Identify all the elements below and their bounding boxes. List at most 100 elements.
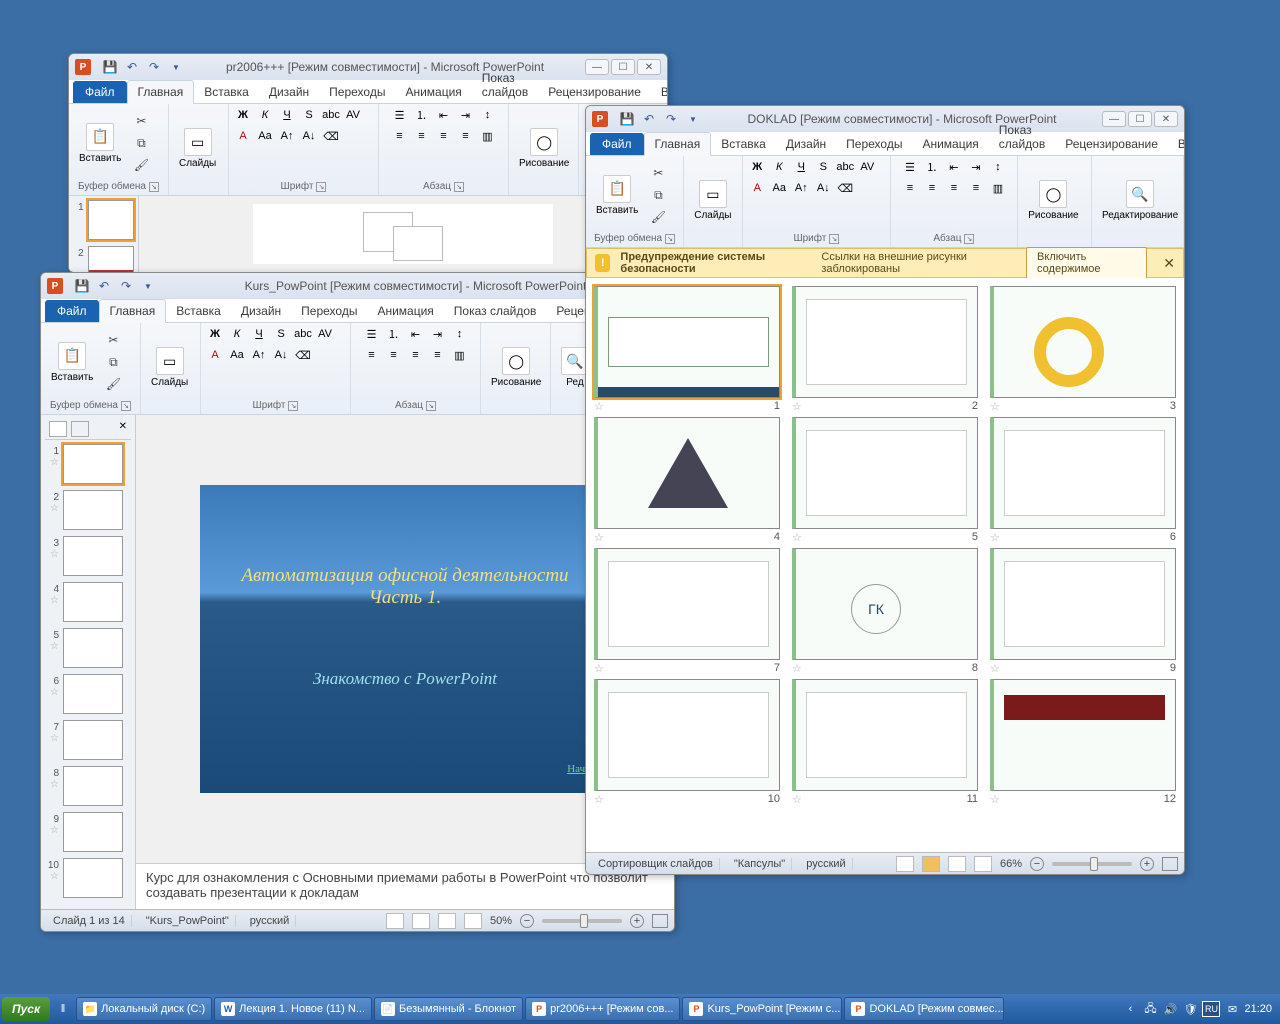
underline-button[interactable]: Ч — [791, 158, 811, 176]
clock[interactable]: 21:20 — [1244, 1003, 1272, 1015]
bullets-icon[interactable]: ☰ — [390, 106, 410, 124]
tab-review[interactable]: Рецензирование — [1055, 133, 1168, 155]
tab-transitions[interactable]: Переходы — [319, 81, 395, 103]
slide-thumbnails-panel[interactable]: ✕ 1☆2☆3☆4☆5☆6☆7☆8☆9☆10☆ — [41, 415, 136, 909]
sorter-slide-10[interactable]: ☆10 — [594, 679, 780, 806]
tab-file[interactable]: Файл — [590, 133, 644, 155]
close-button[interactable]: ✕ — [1154, 111, 1178, 127]
close-warning-icon[interactable]: ✕ — [1163, 255, 1175, 272]
taskbar-task-3[interactable]: Ppr2006+++ [Режим сов... — [525, 997, 680, 1021]
thumbnail-5[interactable]: 5☆ — [45, 628, 131, 668]
paragraph-dialog-icon[interactable]: ↘ — [426, 401, 436, 411]
sorter-slide-3[interactable]: ☆3 — [990, 286, 1176, 413]
maximize-button[interactable]: ☐ — [1128, 111, 1152, 127]
paragraph-dialog-icon[interactable]: ↘ — [454, 182, 464, 192]
slide-sorter[interactable]: ☆1☆2☆3☆4☆5☆6☆7ГК☆8☆9☆10☆11☆12 — [586, 278, 1184, 852]
strike-button[interactable]: abc — [835, 158, 855, 176]
sorter-slide-11[interactable]: ☆11 — [792, 679, 978, 806]
tray-shield-icon[interactable]: 🛡 — [1182, 1001, 1198, 1017]
indent-inc-icon[interactable]: ⇥ — [428, 325, 448, 343]
redo-icon[interactable]: ↷ — [662, 110, 680, 128]
zoom-level[interactable]: 66% — [1000, 858, 1022, 870]
tab-slideshow[interactable]: Показ слайдов — [444, 300, 547, 322]
strike-button[interactable]: abc — [321, 106, 341, 124]
slides-button[interactable]: ▭Слайды — [145, 345, 194, 390]
normal-view-icon[interactable] — [386, 913, 404, 929]
align-center-icon[interactable]: ≡ — [922, 179, 942, 197]
tab-insert[interactable]: Вставка — [194, 81, 259, 103]
cut-icon[interactable]: ✂ — [648, 163, 668, 183]
thumbnail-2[interactable]: 2☆ — [45, 490, 131, 530]
tab-slideshow[interactable]: Показ слайдов — [989, 119, 1055, 155]
font-dialog-icon[interactable]: ↘ — [316, 182, 326, 192]
shrink-font-icon[interactable]: A↓ — [813, 179, 833, 197]
minimize-button[interactable]: — — [585, 59, 609, 75]
font-color-icon[interactable]: A — [747, 179, 767, 197]
clipboard-dialog-icon[interactable]: ↘ — [121, 401, 131, 411]
undo-icon[interactable]: ↶ — [95, 277, 113, 295]
clipboard-dialog-icon[interactable]: ↘ — [665, 234, 675, 244]
tab-design[interactable]: Дизайн — [776, 133, 836, 155]
drawing-button[interactable]: ◯ Рисование — [513, 126, 575, 171]
numbering-icon[interactable]: ⒈ — [384, 325, 404, 343]
copy-icon[interactable]: ⧉ — [131, 133, 151, 153]
tab-file[interactable]: Файл — [45, 300, 99, 322]
reading-view-icon[interactable] — [948, 856, 966, 872]
save-icon[interactable]: 💾 — [101, 58, 119, 76]
copy-icon[interactable]: ⧉ — [648, 185, 668, 205]
tab-slideshow[interactable]: Показ слайдов — [472, 67, 538, 103]
clipboard-dialog-icon[interactable]: ↘ — [149, 182, 159, 192]
save-icon[interactable]: 💾 — [618, 110, 636, 128]
slide-thumbnails-panel[interactable]: 1 2 3 — [69, 196, 139, 272]
bold-button[interactable]: Ж — [233, 106, 253, 124]
font-color-icon[interactable]: A — [233, 127, 253, 145]
format-painter-icon[interactable]: 🖌 — [103, 374, 123, 394]
grow-font-icon[interactable]: A↑ — [249, 346, 269, 364]
format-painter-icon[interactable]: 🖌 — [648, 207, 668, 227]
tray-volume-icon[interactable]: 🔊 — [1162, 1001, 1178, 1017]
zoom-slider[interactable] — [542, 919, 622, 923]
align-center-icon[interactable]: ≡ — [412, 127, 432, 145]
tab-insert[interactable]: Вставка — [711, 133, 776, 155]
close-button[interactable]: ✕ — [637, 59, 661, 75]
indent-dec-icon[interactable]: ⇤ — [944, 158, 964, 176]
slideshow-view-icon[interactable] — [464, 913, 482, 929]
thumbnail-7[interactable]: 7☆ — [45, 720, 131, 760]
tab-file[interactable]: Файл — [73, 81, 127, 103]
tray-mail-icon[interactable]: ✉ — [1224, 1001, 1240, 1017]
sorter-slide-2[interactable]: ☆2 — [792, 286, 978, 413]
shrink-font-icon[interactable]: A↓ — [299, 127, 319, 145]
clear-format-icon[interactable]: ⌫ — [293, 346, 313, 364]
drawing-button[interactable]: ◯Рисование — [1022, 178, 1084, 223]
sorter-view-icon[interactable] — [412, 913, 430, 929]
slides-button[interactable]: ▭ Слайды — [173, 126, 222, 171]
fit-window-icon[interactable] — [1162, 857, 1178, 871]
bullets-icon[interactable]: ☰ — [362, 325, 382, 343]
thumbnail-8[interactable]: 8☆ — [45, 766, 131, 806]
slides-button[interactable]: ▭Слайды — [688, 178, 737, 223]
justify-icon[interactable]: ≡ — [456, 127, 476, 145]
sorter-slide-8[interactable]: ГК☆8 — [792, 548, 978, 675]
paste-button[interactable]: 📋Вставить — [45, 340, 99, 385]
shadow-button[interactable]: S — [271, 325, 291, 343]
tab-animations[interactable]: Анимация — [367, 300, 443, 322]
sorter-slide-7[interactable]: ☆7 — [594, 548, 780, 675]
sorter-slide-9[interactable]: ☆9 — [990, 548, 1176, 675]
slideshow-view-icon[interactable] — [974, 856, 992, 872]
underline-button[interactable]: Ч — [249, 325, 269, 343]
zoom-in-icon[interactable]: + — [630, 914, 644, 928]
qat-dropdown-icon[interactable]: ▼ — [139, 277, 157, 295]
spacing-icon[interactable]: AV — [857, 158, 877, 176]
save-icon[interactable]: 💾 — [73, 277, 91, 295]
normal-view-icon[interactable] — [896, 856, 914, 872]
sorter-view-icon[interactable] — [922, 856, 940, 872]
titlebar[interactable]: P 💾 ↶ ↷ ▼ pr2006+++ [Режим совместимости… — [69, 54, 667, 80]
numbering-icon[interactable]: ⒈ — [922, 158, 942, 176]
zoom-out-icon[interactable]: − — [1030, 857, 1044, 871]
font-dialog-icon[interactable]: ↘ — [288, 401, 298, 411]
columns-icon[interactable]: ▥ — [478, 127, 498, 145]
align-left-icon[interactable]: ≡ — [362, 346, 382, 364]
drawing-button[interactable]: ◯Рисование — [485, 345, 547, 390]
taskbar-task-2[interactable]: 📄Безымянный - Блокнот — [374, 997, 523, 1021]
thumbnail-9[interactable]: 9☆ — [45, 812, 131, 852]
